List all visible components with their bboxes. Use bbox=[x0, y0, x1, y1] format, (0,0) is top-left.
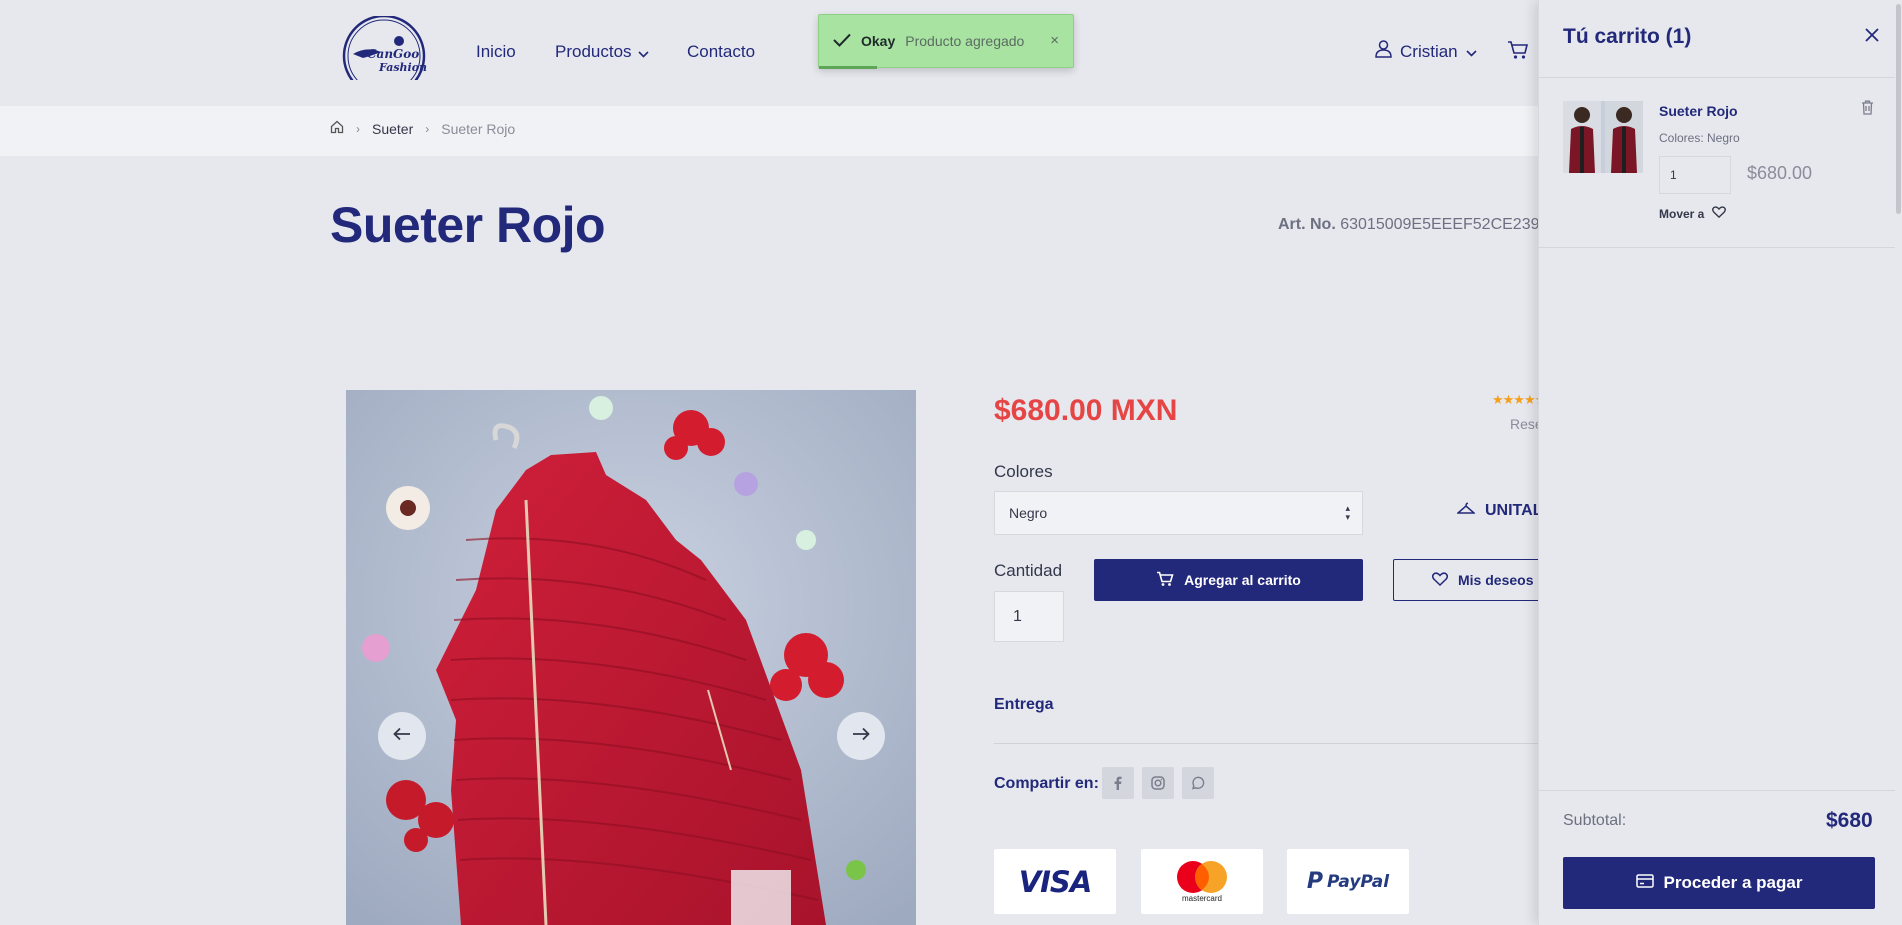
cart-icon bbox=[1156, 571, 1174, 590]
heart-icon bbox=[1431, 571, 1449, 589]
checkout-label: Proceder a pagar bbox=[1663, 873, 1803, 892]
check-icon bbox=[833, 33, 851, 50]
checkout-button[interactable]: Proceder a pagar bbox=[1563, 857, 1875, 909]
arrow-right-icon bbox=[852, 727, 870, 746]
mastercard-text: mastercard bbox=[1181, 894, 1222, 903]
divider bbox=[1539, 790, 1902, 791]
move-label: Mover a bbox=[1659, 206, 1705, 221]
wishlist-label: Mis deseos bbox=[1458, 572, 1534, 588]
chevron-right-icon: › bbox=[425, 121, 430, 136]
divider bbox=[1539, 77, 1902, 78]
toast-close-button[interactable]: × bbox=[1050, 32, 1059, 49]
cart-item-option: Colores: Negro bbox=[1659, 131, 1740, 145]
trash-icon[interactable] bbox=[1861, 100, 1874, 120]
article-number: Art. No. 63015009E5EEEF52CE239c bbox=[1278, 216, 1548, 234]
quantity-label: Cantidad bbox=[994, 561, 1063, 580]
cart-title: Tú carrito (1) bbox=[1563, 25, 1692, 48]
color-select-value: Negro bbox=[1009, 505, 1048, 521]
scrollbar-thumb[interactable] bbox=[1896, 4, 1901, 214]
heart-icon bbox=[1712, 206, 1727, 221]
paypal-text: PayPal bbox=[1327, 871, 1390, 892]
chevron-right-icon: › bbox=[356, 121, 360, 136]
article-number-value: 63015009E5EEEF52CE239c bbox=[1340, 216, 1548, 233]
paypal-icon: P bbox=[1306, 869, 1324, 894]
whatsapp-icon[interactable] bbox=[1182, 767, 1214, 799]
share-label: Compartir en: bbox=[994, 775, 1099, 792]
colors-label: Colores bbox=[994, 462, 1053, 481]
chevron-down-icon bbox=[637, 43, 649, 63]
cart-item-price: $680.00 bbox=[1747, 163, 1813, 183]
instagram-icon[interactable] bbox=[1142, 767, 1174, 799]
nav-inicio[interactable]: Inicio bbox=[476, 42, 516, 62]
facebook-icon[interactable] bbox=[1102, 767, 1134, 799]
cart-item-quantity-input[interactable]: 1 bbox=[1659, 156, 1731, 194]
arrow-left-icon bbox=[393, 727, 411, 746]
previous-image-button[interactable] bbox=[378, 712, 426, 760]
hanger-icon bbox=[1456, 502, 1476, 520]
svg-text:Fashion: Fashion bbox=[378, 61, 427, 74]
article-number-label: Art. No. bbox=[1278, 216, 1336, 233]
subtotal-value: $680 bbox=[1826, 809, 1873, 832]
mastercard-logo: mastercard bbox=[1141, 849, 1263, 914]
toast-title: Okay bbox=[861, 33, 896, 49]
visa-logo: VISA bbox=[994, 849, 1116, 914]
success-toast: Okay Producto agregado × bbox=[818, 14, 1074, 69]
scrollbar[interactable] bbox=[1895, 0, 1902, 925]
cart-item-quantity-value: 1 bbox=[1670, 168, 1677, 182]
quantity-value: 1 bbox=[1013, 607, 1022, 625]
quantity-input[interactable]: 1 bbox=[994, 591, 1064, 642]
divider bbox=[994, 743, 1554, 744]
svg-text:CanGoo: CanGoo bbox=[367, 47, 419, 61]
color-select[interactable]: Negro ▴ ▾ bbox=[994, 491, 1363, 535]
select-arrows-icon: ▴ ▾ bbox=[1345, 503, 1350, 522]
user-name: Cristian bbox=[1400, 41, 1458, 61]
wishlist-button[interactable]: Mis deseos bbox=[1393, 559, 1553, 601]
home-icon[interactable] bbox=[330, 120, 344, 137]
brand-logo[interactable]: CanGoo Fashion bbox=[341, 16, 427, 80]
user-icon bbox=[1375, 40, 1392, 63]
credit-card-icon bbox=[1635, 873, 1654, 893]
add-to-cart-label: Agregar al carrito bbox=[1184, 572, 1301, 588]
add-to-cart-button[interactable]: Agregar al carrito bbox=[1094, 559, 1363, 601]
nav-productos[interactable]: Productos bbox=[555, 42, 649, 63]
close-icon[interactable] bbox=[1865, 28, 1879, 47]
product-image bbox=[346, 390, 916, 925]
cart-drawer: Tú carrito (1) Sueter Rojo Colores: Negr… bbox=[1538, 0, 1902, 925]
user-menu[interactable]: Cristian bbox=[1375, 40, 1477, 63]
product-price: $680.00 MXN bbox=[994, 394, 1178, 427]
nav-inicio-label: Inicio bbox=[476, 42, 516, 61]
cart-item-name[interactable]: Sueter Rojo bbox=[1659, 103, 1738, 119]
nav-contacto[interactable]: Contacto bbox=[687, 42, 755, 62]
breadcrumb-current: Sueter Rojo bbox=[441, 120, 516, 137]
nav-productos-label: Productos bbox=[555, 42, 632, 61]
breadcrumb: › Sueter › Sueter Rojo bbox=[330, 120, 515, 137]
breadcrumb-category[interactable]: Sueter bbox=[372, 121, 413, 137]
cart-item-thumbnail[interactable] bbox=[1563, 101, 1643, 173]
chevron-down-icon bbox=[1466, 42, 1477, 62]
nav-contacto-label: Contacto bbox=[687, 42, 756, 61]
subtotal-label: Subtotal: bbox=[1563, 812, 1627, 829]
paypal-logo: P PayPal bbox=[1287, 849, 1409, 914]
size-guide[interactable]: UNITAL bbox=[1456, 502, 1543, 520]
next-image-button[interactable] bbox=[837, 712, 885, 760]
toast-progress-bar bbox=[819, 66, 877, 69]
cart-icon[interactable] bbox=[1507, 40, 1529, 65]
divider bbox=[1539, 247, 1902, 248]
toast-message: Producto agregado bbox=[905, 33, 1025, 49]
unit-label: UNITAL bbox=[1485, 502, 1543, 519]
delivery-toggle[interactable]: Entrega bbox=[994, 696, 1054, 714]
visa-text: VISA bbox=[1018, 864, 1093, 899]
move-to-wishlist-button[interactable]: Mover a bbox=[1659, 206, 1727, 221]
page-title: Sueter Rojo bbox=[330, 197, 606, 253]
